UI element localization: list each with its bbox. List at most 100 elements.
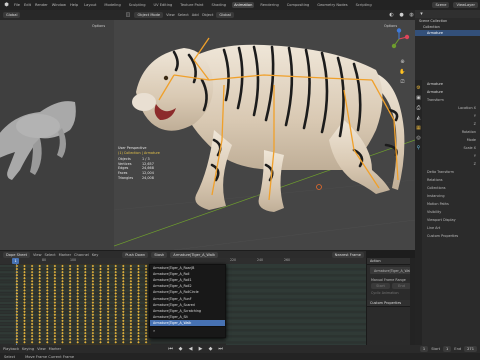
section-custom-properties[interactable]: Custom Properties [423, 232, 480, 240]
overlay-icon[interactable]: ◐ [388, 12, 395, 19]
current-frame-field[interactable]: 1 [419, 346, 429, 352]
left-viewport[interactable]: Options [0, 20, 114, 250]
zoom-icon[interactable]: ⊕ [399, 58, 406, 65]
camera-icon[interactable]: ⎚ [399, 78, 406, 85]
prop-location-x[interactable]: Location X [423, 104, 480, 112]
timeline-marker-menu[interactable]: Marker [49, 347, 61, 351]
menu-object[interactable]: Object [202, 13, 214, 17]
menu-file[interactable]: File [14, 3, 20, 7]
range-start-field[interactable]: Start [371, 283, 390, 289]
menu-render[interactable]: Render [35, 3, 48, 7]
ds-menu-select[interactable]: Select [45, 253, 56, 257]
main-viewport[interactable]: User Perspective (1) Collection | Armatu… [114, 20, 415, 250]
object-name-field-2[interactable]: Armature [423, 88, 480, 96]
tab-sculpting[interactable]: Sculpting [127, 2, 148, 8]
tab-uv-editing[interactable]: UV Editing [152, 2, 175, 8]
transform-orientation-dropdown[interactable]: Global [216, 12, 234, 18]
menu-select[interactable]: Select [178, 13, 189, 17]
left-mode-dropdown[interactable]: Global [3, 12, 21, 18]
tab-modeling[interactable]: Modeling [102, 2, 122, 8]
prop-location-y[interactable]: Y [423, 112, 480, 120]
outliner-row-armature[interactable]: Armature [415, 30, 480, 36]
scene-tab-icon[interactable]: ◭ [415, 114, 422, 121]
keying-menu[interactable]: Keying [22, 347, 34, 351]
pan-icon[interactable]: ✋ [399, 68, 406, 75]
section-relations[interactable]: Relations [423, 176, 480, 184]
end-frame-field[interactable]: 271 [464, 346, 477, 352]
push-down-button[interactable]: Push Down [122, 251, 149, 258]
action-name-field[interactable]: Armature|Tiger_A_Walk [370, 267, 412, 274]
play-icon[interactable]: ▶ [197, 346, 204, 353]
section-visibility[interactable]: Visibility [423, 208, 480, 216]
render-tab-icon[interactable]: ▣ [415, 94, 422, 101]
prop-scale-y[interactable]: Y [423, 152, 480, 160]
menu-edit[interactable]: Edit [24, 3, 31, 7]
shading-material-icon[interactable]: ◍ [408, 12, 415, 19]
sidebar-tab-strip[interactable] [410, 258, 415, 345]
playback-menu[interactable]: Playback [3, 347, 19, 351]
scene-selector[interactable]: Scene [432, 2, 450, 8]
viewport-options[interactable]: Options [384, 24, 397, 28]
ds-menu-key[interactable]: Key [92, 253, 99, 257]
range-end-field[interactable]: End [392, 283, 411, 289]
stash-button[interactable]: Stash [151, 251, 168, 258]
editor-type-icon[interactable]: ◫ [124, 12, 131, 19]
navigation-gizmo[interactable] [388, 28, 410, 50]
tab-scripting[interactable]: Scripting [354, 2, 374, 8]
prop-location-z[interactable]: Z [423, 120, 480, 128]
tool-tab-icon[interactable]: ⚙ [415, 84, 422, 91]
jump-start-icon[interactable]: ⏮ [167, 346, 174, 353]
section-line-art[interactable]: Line Art [423, 224, 480, 232]
menu-add[interactable]: Add [192, 13, 199, 17]
view-layer-selector[interactable]: ViewLayer [453, 2, 478, 8]
manual-frame-range-checkbox[interactable]: Manual Frame Range [367, 276, 415, 283]
outliner-filter-icon[interactable]: ▾ [418, 11, 425, 18]
status-select-hint: Select [4, 354, 16, 359]
blender-logo-icon[interactable]: ⬢ [3, 2, 10, 9]
shading-solid-icon[interactable]: ● [398, 12, 405, 19]
play-reverse-icon[interactable]: ◀ [187, 346, 194, 353]
section-viewport-display[interactable]: Viewport Display [423, 216, 480, 224]
ds-menu-view[interactable]: View [33, 253, 42, 257]
object-name-field[interactable]: Armature [423, 80, 480, 88]
prop-rotation-mode[interactable]: Mode [423, 136, 480, 144]
custom-properties-header[interactable]: Custom Properties [367, 300, 415, 307]
tab-texture-paint[interactable]: Texture Paint [178, 2, 205, 8]
menu-view[interactable]: View [166, 13, 175, 17]
cyclic-animation-checkbox[interactable]: Cyclic Animation [367, 289, 415, 296]
output-tab-icon[interactable]: ⎙ [415, 104, 422, 111]
prop-scale-z[interactable]: Z [423, 160, 480, 168]
section-motion-paths[interactable]: Motion Paths [423, 200, 480, 208]
tab-shading[interactable]: Shading [209, 2, 228, 8]
menu-window[interactable]: Window [52, 3, 66, 7]
tab-layout[interactable]: Layout [82, 2, 98, 8]
prop-scale-x[interactable]: Scale X [423, 144, 480, 152]
ds-menu-marker[interactable]: Marker [59, 253, 71, 257]
prev-key-icon[interactable]: ◆ [177, 346, 184, 353]
tab-geometry-nodes[interactable]: Geometry Nodes [315, 2, 349, 8]
dopesheet-mode-dropdown[interactable]: Dope Sheet [3, 251, 30, 258]
start-frame-field[interactable]: 1 [443, 346, 452, 352]
tab-rendering[interactable]: Rendering [258, 2, 280, 8]
action-panel-header[interactable]: Action [367, 258, 415, 265]
action-search-row[interactable]: ⌕ [150, 325, 225, 334]
timeline-view-menu[interactable]: View [37, 347, 46, 351]
jump-end-icon[interactable]: ⏭ [217, 346, 224, 353]
snap-dropdown[interactable]: Nearest Frame [331, 251, 364, 258]
prop-rotation[interactable]: Rotation [423, 128, 480, 136]
section-delta-transform[interactable]: Delta Transform [423, 168, 480, 176]
section-collections[interactable]: Collections [423, 184, 480, 192]
section-instancing[interactable]: Instancing [423, 192, 480, 200]
viewport-header: Global ◫ Object Mode View Select Add Obj… [0, 10, 415, 20]
ds-menu-channel[interactable]: Channel [74, 253, 89, 257]
tab-animation[interactable]: Animation [232, 2, 255, 8]
menu-help[interactable]: Help [70, 3, 78, 7]
armature-data-tab-icon[interactable]: ⚲ [415, 144, 422, 151]
section-transform[interactable]: Transform [423, 96, 480, 104]
object-tab-icon[interactable]: ▦ [415, 124, 422, 131]
next-key-icon[interactable]: ◆ [207, 346, 214, 353]
object-mode-dropdown[interactable]: Object Mode [134, 12, 164, 18]
action-selector[interactable]: Armature|Tiger_A_Walk [170, 251, 219, 258]
physics-tab-icon[interactable]: ◎ [415, 134, 422, 141]
tab-compositing[interactable]: Compositing [285, 2, 312, 8]
